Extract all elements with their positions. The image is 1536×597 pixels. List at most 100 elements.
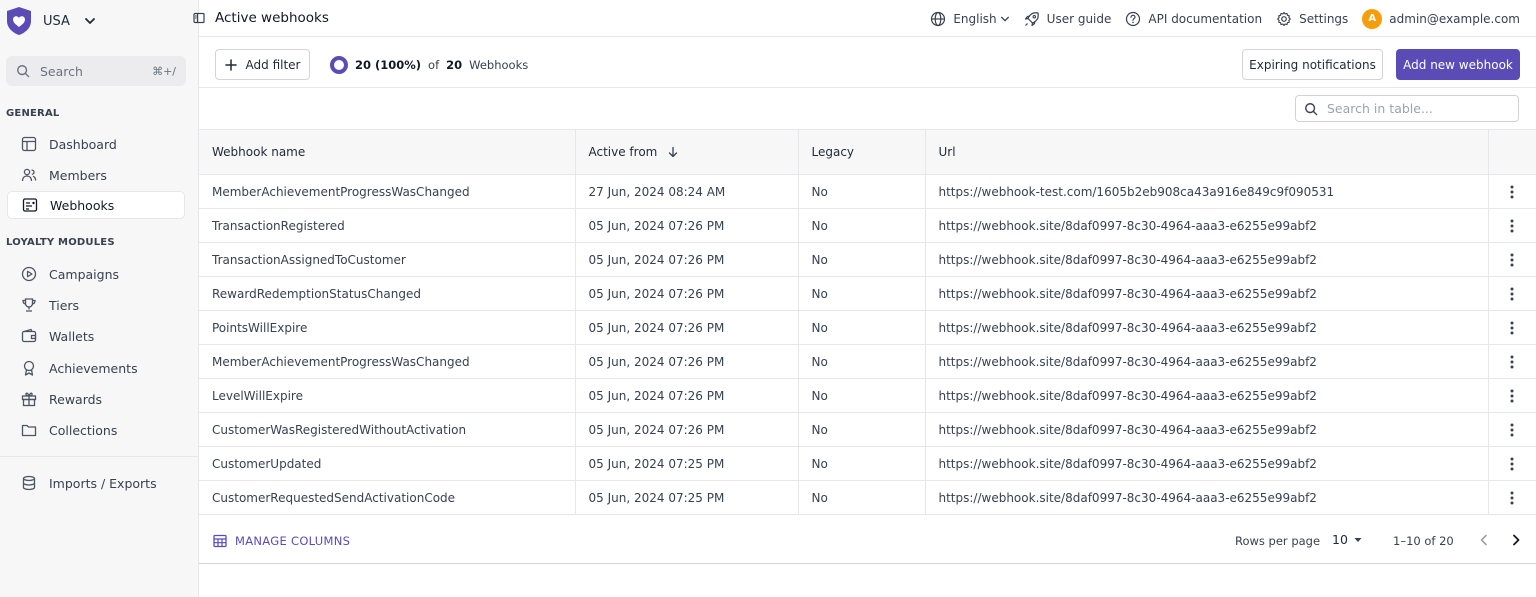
more-vertical-icon[interactable] xyxy=(1504,490,1520,506)
sidebar-item-webhooks[interactable]: Webhooks xyxy=(7,191,185,219)
sidebar-item-achievements[interactable]: Achievements xyxy=(7,354,185,382)
section-label-general: GENERAL xyxy=(6,108,60,119)
cell-active-from: 05 Jun, 2024 07:26 PM xyxy=(575,310,799,345)
sidebar-item-members[interactable]: Members xyxy=(7,161,185,189)
table-row[interactable]: RewardRedemptionStatusChanged 05 Jun, 202… xyxy=(199,276,1536,311)
cell-url: https://webhook.site/8daf0997-8c30-4964-… xyxy=(925,208,1489,243)
column-header-active-from[interactable]: Active from xyxy=(575,129,799,175)
cell-legacy: No xyxy=(798,378,926,413)
rows-per-page-select[interactable]: 10 xyxy=(1332,532,1363,547)
table-search-input[interactable] xyxy=(1327,101,1510,116)
globe-icon xyxy=(931,11,946,26)
trophy-icon xyxy=(22,298,36,312)
table-search[interactable] xyxy=(1295,95,1519,122)
more-vertical-icon[interactable] xyxy=(1504,252,1520,268)
table-row[interactable]: LevelWillExpire 05 Jun, 2024 07:26 PM No ht… xyxy=(199,378,1536,413)
users-icon xyxy=(21,168,37,182)
language-label: English xyxy=(953,11,997,26)
user-menu[interactable]: A admin@example.com xyxy=(1362,8,1520,29)
cell-actions xyxy=(1488,480,1536,515)
pagination-range: 1–10 of 20 xyxy=(1393,534,1454,548)
cell-name: TransactionAssignedToCustomer xyxy=(199,242,576,277)
table-row[interactable]: CustomerWasRegisteredWithoutActivation 05… xyxy=(199,412,1536,447)
cell-name: LevelWillExpire xyxy=(199,378,576,413)
table-row[interactable]: PointsWillExpire 05 Jun, 2024 07:26 PM No h… xyxy=(199,310,1536,345)
gift-icon xyxy=(21,392,37,407)
caret-down-icon xyxy=(1354,537,1362,542)
manage-columns-button[interactable]: MANAGE COLUMNS xyxy=(213,534,350,548)
sidebar-item-label: Imports / Exports xyxy=(49,475,157,491)
more-vertical-icon[interactable] xyxy=(1504,354,1520,370)
cell-url: https://webhook.site/8daf0997-8c30-4964-… xyxy=(925,446,1489,481)
count-ring-icon xyxy=(330,56,348,74)
sidebar-item-dashboard[interactable]: Dashboard xyxy=(7,130,185,158)
cell-active-from: 05 Jun, 2024 07:26 PM xyxy=(575,344,799,379)
add-filter-button[interactable]: Add filter xyxy=(215,49,310,80)
more-vertical-icon[interactable] xyxy=(1504,320,1520,336)
more-vertical-icon[interactable] xyxy=(1504,286,1520,302)
cell-name: MemberAchievementProgressWasChanged xyxy=(199,344,576,379)
cell-name: PointsWillExpire xyxy=(199,310,576,345)
expiring-notifications-button[interactable]: Expiring notifications xyxy=(1242,49,1383,80)
count-of: of xyxy=(428,58,440,72)
more-vertical-icon[interactable] xyxy=(1504,184,1520,200)
top-actions: English User guide API documentation Set… xyxy=(930,0,1520,37)
user-guide-link[interactable]: User guide xyxy=(1024,11,1111,27)
sidebar-item-label: Members xyxy=(49,167,107,183)
column-header-actions xyxy=(1488,129,1536,175)
sort-arrow-down-icon xyxy=(669,146,678,158)
top-bar: Active webhooks English User guide API d… xyxy=(199,0,1536,37)
table-row[interactable]: CustomerUpdated 05 Jun, 2024 07:25 PM No ht… xyxy=(199,446,1536,481)
cell-url: https://webhook.site/8daf0997-8c30-4964-… xyxy=(925,344,1489,379)
cell-legacy: No xyxy=(798,480,926,515)
settings-link[interactable]: Settings xyxy=(1276,11,1348,27)
sidebar-item-tiers[interactable]: Tiers xyxy=(7,291,185,319)
chevron-left-icon[interactable] xyxy=(1477,533,1491,547)
column-header-webhook-name[interactable]: Webhook name xyxy=(199,129,576,175)
sidebar-item-label: Collections xyxy=(49,422,118,438)
chevron-down-icon xyxy=(85,18,95,24)
sidebar-item-rewards[interactable]: Rewards xyxy=(7,385,185,413)
add-filter-label: Add filter xyxy=(245,57,301,72)
add-new-webhook-button[interactable]: Add new webhook xyxy=(1396,49,1520,80)
sidebar-item-label: Tiers xyxy=(49,297,80,313)
cell-actions xyxy=(1488,446,1536,481)
cell-legacy: No xyxy=(798,446,926,481)
sidebar-item-imports-exports[interactable]: Imports / Exports xyxy=(7,469,185,497)
brand-switcher[interactable]: USA xyxy=(5,6,96,36)
table-row[interactable]: MemberAchievementProgressWasChanged 27 Ju… xyxy=(199,174,1536,209)
award-icon xyxy=(23,360,35,376)
shield-heart-logo-icon xyxy=(7,7,31,35)
search-icon xyxy=(1305,102,1318,115)
table-row[interactable]: CustomerRequestedSendActivationCode 05 Ju… xyxy=(199,480,1536,515)
webhooks-table: Webhook name Active from Legacy Url Memb… xyxy=(199,129,1536,515)
column-header-legacy[interactable]: Legacy xyxy=(798,129,926,175)
cell-url: https://webhook.site/8daf0997-8c30-4964-… xyxy=(925,242,1489,277)
cell-actions xyxy=(1488,310,1536,345)
sidebar-item-wallets[interactable]: Wallets xyxy=(7,322,185,350)
language-selector[interactable]: English xyxy=(930,11,1009,27)
webhooks-table-container: Webhook name Active from Legacy Url Memb… xyxy=(199,129,1536,515)
sidebar-item-label: Wallets xyxy=(49,328,95,344)
sidebar-search-placeholder: Search xyxy=(40,63,83,79)
column-header-url[interactable]: Url xyxy=(925,129,1489,175)
api-documentation-link[interactable]: API documentation xyxy=(1125,11,1262,27)
more-vertical-icon[interactable] xyxy=(1504,218,1520,234)
more-vertical-icon[interactable] xyxy=(1504,456,1520,472)
table-row[interactable]: MemberAchievementProgressWasChanged 05 Ju… xyxy=(199,344,1536,379)
table-row[interactable]: TransactionRegistered 05 Jun, 2024 07:26 … xyxy=(199,208,1536,243)
avatar: A xyxy=(1362,8,1383,29)
more-vertical-icon[interactable] xyxy=(1504,388,1520,404)
sidebar-search[interactable]: Search ⌘+/ xyxy=(6,56,186,86)
table-footer: MANAGE COLUMNS Rows per page 10 1–10 of … xyxy=(199,519,1536,564)
plus-icon xyxy=(224,58,237,71)
cell-actions xyxy=(1488,174,1536,209)
search-icon xyxy=(17,65,30,78)
chevron-right-icon[interactable] xyxy=(1509,533,1523,547)
manage-columns-label: MANAGE COLUMNS xyxy=(235,534,351,548)
sidebar-item-collections[interactable]: Collections xyxy=(7,416,185,444)
gear-icon xyxy=(1277,11,1292,26)
sidebar-item-campaigns[interactable]: Campaigns xyxy=(7,260,185,288)
table-row[interactable]: TransactionAssignedToCustomer 05 Jun, 202… xyxy=(199,242,1536,277)
more-vertical-icon[interactable] xyxy=(1504,422,1520,438)
